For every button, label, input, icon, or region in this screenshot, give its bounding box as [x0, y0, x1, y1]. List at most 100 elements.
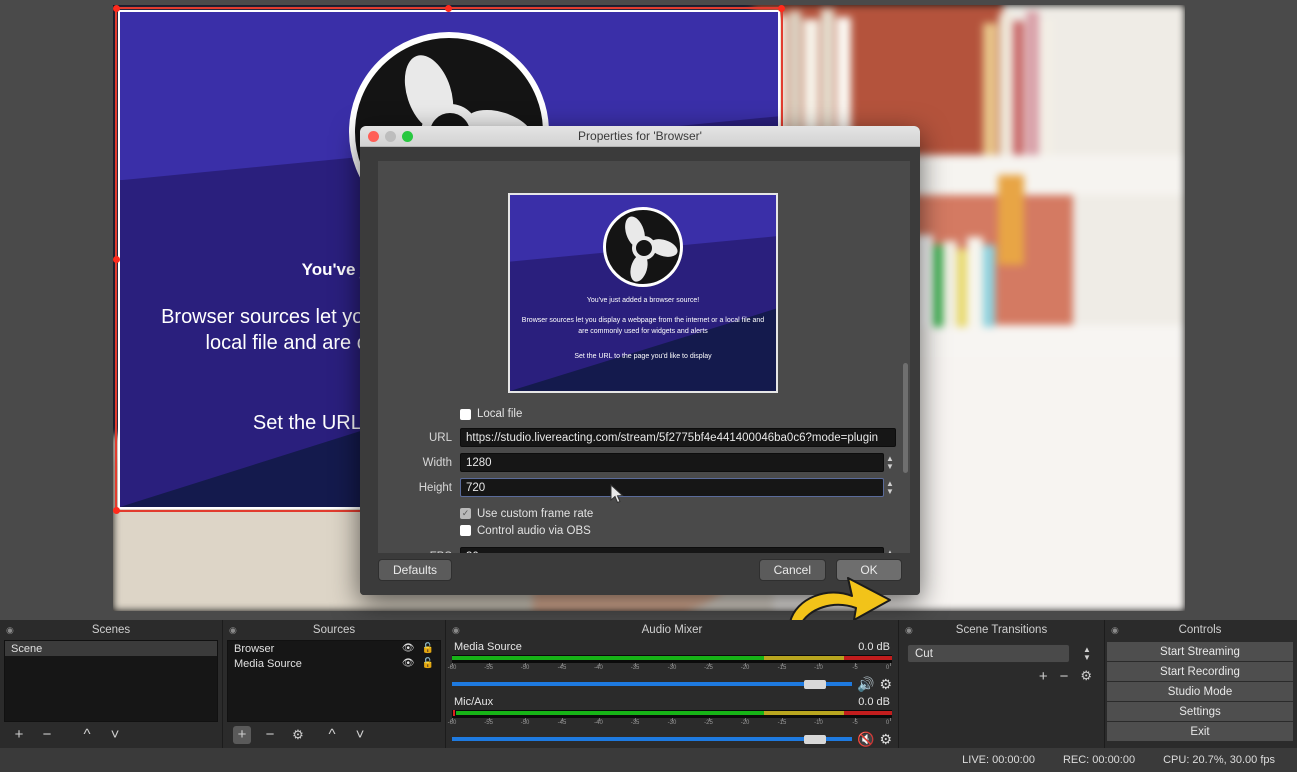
- add-source-icon[interactable]: +: [233, 726, 251, 744]
- local-file-label: Local file: [477, 408, 523, 420]
- exit-button[interactable]: Exit: [1107, 722, 1293, 741]
- list-item[interactable]: Scene: [5, 641, 217, 656]
- dialog-titlebar[interactable]: Properties for 'Browser': [360, 126, 920, 147]
- track-gear-icon[interactable]: ⚙: [879, 677, 892, 691]
- height-field-wrap: 720 ▲ ▼: [460, 478, 894, 497]
- dock-float-icon[interactable]: ◉: [6, 625, 16, 635]
- move-source-up-icon[interactable]: ^: [323, 726, 341, 744]
- list-item[interactable]: Media Source 👁 🔓: [228, 656, 440, 671]
- live-timer: LIVE: 00:00:00: [962, 754, 1035, 766]
- speaker-on-icon[interactable]: 🔊: [857, 677, 874, 691]
- dock-sources: ◉ Sources Browser 👁 🔓 Media Source 👁 🔓 +…: [223, 620, 445, 748]
- add-transition-icon[interactable]: +: [1039, 668, 1048, 685]
- remove-source-icon[interactable]: −: [261, 726, 279, 744]
- eye-icon[interactable]: 👁: [402, 658, 415, 669]
- volume-slider[interactable]: [452, 678, 852, 690]
- local-file-checkbox[interactable]: [460, 408, 471, 420]
- height-stepper[interactable]: ▲ ▼: [884, 476, 896, 499]
- thumb-headline: You've just added a browser source!: [586, 297, 700, 304]
- local-file-row: Local file: [378, 403, 910, 425]
- status-bar: LIVE: 00:00:00 REC: 00:00:00 CPU: 20.7%,…: [0, 748, 1297, 772]
- move-scene-down-icon[interactable]: ˅: [106, 726, 124, 744]
- transition-select-chevron-icon[interactable]: ▲ ▼: [1080, 644, 1094, 663]
- sources-list[interactable]: Browser 👁 🔓 Media Source 👁 🔓: [227, 640, 441, 722]
- volume-slider[interactable]: [452, 733, 852, 745]
- form-scrollbar[interactable]: [903, 163, 908, 549]
- source-properties-gear-icon[interactable]: ⚙: [289, 726, 307, 744]
- dock-float-icon[interactable]: ◉: [1111, 625, 1121, 635]
- list-item[interactable]: Browser 👁 🔓: [228, 641, 440, 656]
- resize-handle-top-center[interactable]: [445, 5, 452, 12]
- obs-logo-icon: [603, 207, 683, 287]
- remove-scene-icon[interactable]: −: [38, 726, 56, 744]
- track-controls: 🔇 ⚙: [452, 732, 892, 746]
- settings-button[interactable]: Settings: [1107, 702, 1293, 721]
- controls-button-list: Start Streaming Start Recording Studio M…: [1107, 642, 1293, 742]
- fps-stepper[interactable]: ▲▼: [884, 545, 896, 553]
- use-custom-frame-rate-label: Use custom frame rate: [477, 507, 594, 520]
- source-row-icons: 👁 🔓: [402, 643, 434, 654]
- transitions-dock-title: ◉ Scene Transitions: [899, 620, 1104, 640]
- scenes-list[interactable]: Scene: [4, 640, 218, 722]
- controls-dock-title: ◉ Controls: [1105, 620, 1295, 640]
- eye-icon[interactable]: 👁: [402, 643, 415, 654]
- fps-label: FPS: [378, 551, 460, 554]
- start-streaming-button[interactable]: Start Streaming: [1107, 642, 1293, 661]
- transition-tools: + − ⚙: [1039, 668, 1092, 685]
- volume-slider-knob[interactable]: [804, 735, 826, 744]
- meter-scale: -60 -55 -50 -45 -40 -35 -30 -25 -20 -15 …: [447, 663, 891, 671]
- url-input[interactable]: https://studio.livereacting.com/stream/5…: [460, 428, 896, 447]
- resize-handle-top-left[interactable]: [113, 5, 120, 12]
- height-input[interactable]: 720: [460, 478, 884, 497]
- mixer-track-media-source: Media Source 0.0 dB -60 -55 -50 -45 -40: [447, 640, 892, 691]
- track-db: 0.0 dB: [858, 641, 890, 653]
- studio-mode-button[interactable]: Studio Mode: [1107, 682, 1293, 701]
- transition-select[interactable]: Cut: [907, 644, 1070, 663]
- properties-dialog[interactable]: Properties for 'Browser' You've just add…: [360, 126, 920, 595]
- move-source-down-icon[interactable]: ˅: [351, 726, 369, 744]
- fps-input[interactable]: 30: [460, 547, 884, 553]
- defaults-button[interactable]: Defaults: [378, 559, 453, 581]
- dock-float-icon[interactable]: ◉: [452, 625, 462, 635]
- unlock-icon[interactable]: 🔓: [422, 643, 434, 654]
- scene-name: Scene: [11, 642, 43, 655]
- meter-peak-indicator: [453, 710, 455, 716]
- speaker-muted-icon[interactable]: 🔇: [857, 732, 874, 746]
- move-scene-up-icon[interactable]: ^: [78, 726, 96, 744]
- control-audio-via-obs-label: Control audio via OBS: [477, 524, 591, 537]
- thumbnail-browser-content: You've just added a browser source! Brow…: [510, 195, 776, 391]
- dock-float-icon[interactable]: ◉: [905, 625, 915, 635]
- use-custom-frame-rate-checkbox[interactable]: ✓: [460, 508, 471, 519]
- start-recording-button[interactable]: Start Recording: [1107, 662, 1293, 681]
- audio-mixer-dock-title: ◉ Audio Mixer: [446, 620, 898, 640]
- track-db: 0.0 dB: [858, 696, 890, 708]
- url-label: URL: [428, 431, 452, 444]
- width-stepper[interactable]: ▲ ▼: [884, 451, 896, 474]
- dock-row: ◉ Scenes Scene + − ^ ˅ ◉ Sources Browser…: [0, 620, 1297, 748]
- volume-slider-knob[interactable]: [804, 680, 826, 689]
- width-input[interactable]: 1280: [460, 453, 884, 472]
- controls-title-label: Controls: [1178, 624, 1222, 636]
- resize-handle-bottom-left[interactable]: [113, 507, 120, 514]
- transition-gear-icon[interactable]: ⚙: [1080, 668, 1092, 685]
- track-gear-icon[interactable]: ⚙: [879, 732, 892, 746]
- properties-form-scrollarea[interactable]: You've just added a browser source! Brow…: [378, 161, 910, 553]
- dock-float-icon[interactable]: ◉: [229, 625, 239, 635]
- dialog-body: You've just added a browser source! Brow…: [360, 147, 920, 595]
- form-scrollbar-thumb[interactable]: [903, 363, 908, 473]
- unlock-icon[interactable]: 🔓: [422, 658, 434, 669]
- resize-handle-middle-left[interactable]: [113, 255, 120, 263]
- dialog-title: Properties for 'Browser': [578, 129, 702, 143]
- remove-transition-icon[interactable]: −: [1060, 668, 1069, 685]
- track-level-meter: [452, 710, 892, 718]
- add-scene-icon[interactable]: +: [10, 726, 28, 744]
- track-name: Mic/Aux: [454, 696, 494, 708]
- scenes-title-label: Scenes: [91, 624, 131, 636]
- dock-controls: ◉ Controls Start Streaming Start Recordi…: [1105, 620, 1295, 748]
- scenes-toolbar: + − ^ ˅: [4, 724, 218, 746]
- cpu-fps-status: CPU: 20.7%, 30.00 fps: [1163, 754, 1275, 766]
- control-audio-via-obs-checkbox[interactable]: [460, 525, 471, 536]
- width-label: Width: [422, 456, 452, 469]
- resize-handle-top-right[interactable]: [778, 5, 785, 12]
- mixer-track-mic-aux: Mic/Aux 0.0 dB -60 -55 -50 -45 -40 -35 -…: [448, 695, 892, 746]
